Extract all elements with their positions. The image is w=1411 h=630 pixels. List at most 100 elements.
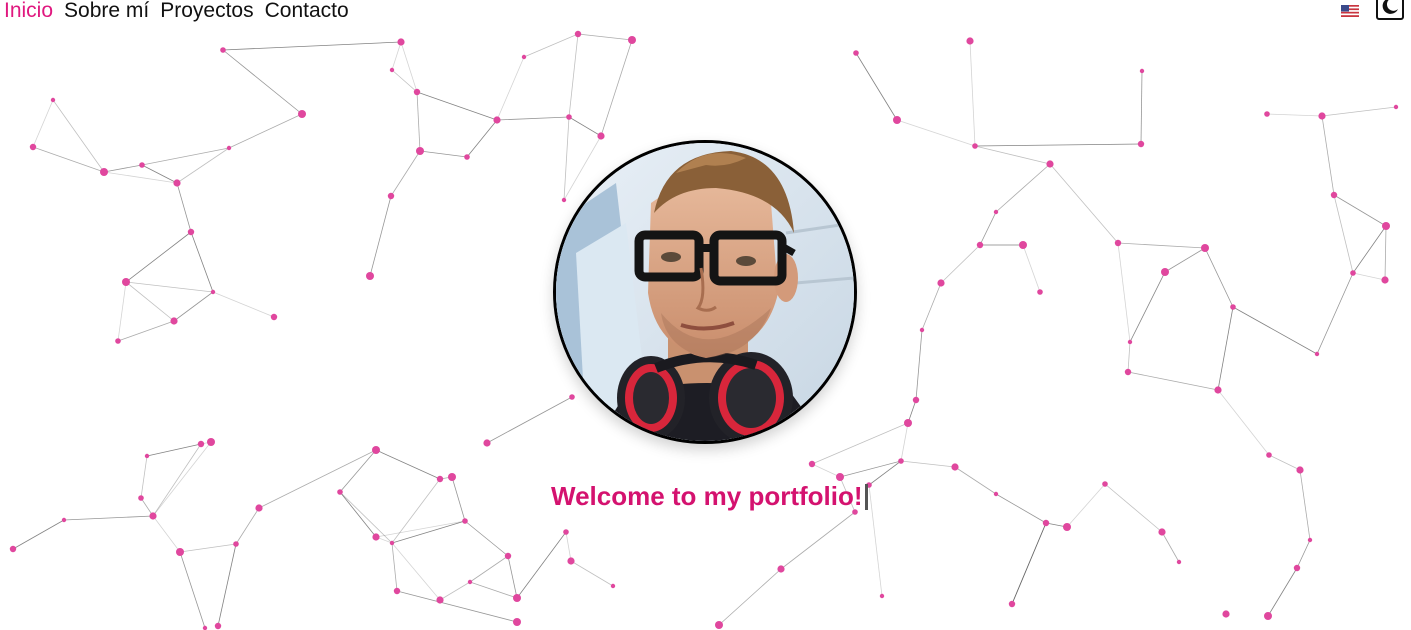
network-link bbox=[32, 99, 54, 148]
network-node bbox=[1264, 111, 1270, 117]
network-link bbox=[486, 396, 573, 444]
network-link bbox=[868, 460, 902, 486]
network-link bbox=[1204, 247, 1234, 308]
network-node bbox=[1318, 112, 1326, 120]
network-link bbox=[1164, 247, 1206, 273]
network-link bbox=[1384, 225, 1387, 281]
network-link bbox=[1316, 272, 1354, 355]
network-link bbox=[1104, 483, 1163, 533]
network-node bbox=[566, 114, 572, 120]
network-node bbox=[1222, 610, 1230, 618]
network-link bbox=[896, 119, 976, 147]
network-node bbox=[976, 241, 984, 249]
typing-cursor bbox=[864, 484, 868, 510]
network-link bbox=[855, 52, 898, 121]
welcome-text: Welcome to my portfolio! bbox=[551, 481, 863, 511]
nav-item-sobre-mi[interactable]: Sobre mí bbox=[64, 0, 149, 24]
network-link bbox=[974, 143, 1142, 147]
network-node bbox=[197, 440, 205, 448]
network-node bbox=[187, 228, 195, 236]
network-node bbox=[50, 97, 56, 103]
network-node bbox=[207, 438, 215, 446]
network-link bbox=[152, 443, 202, 517]
welcome-heading: Welcome to my portfolio! bbox=[551, 480, 868, 512]
network-node bbox=[226, 145, 232, 151]
network-node bbox=[138, 495, 144, 501]
network-node bbox=[919, 327, 925, 333]
network-link bbox=[974, 145, 1051, 165]
network-node bbox=[467, 579, 473, 585]
network-link bbox=[1266, 113, 1323, 117]
network-node bbox=[170, 317, 178, 325]
network-link bbox=[718, 568, 782, 626]
network-link bbox=[921, 282, 942, 331]
network-link bbox=[117, 281, 127, 342]
network-link bbox=[565, 531, 572, 562]
network-node bbox=[1230, 304, 1236, 310]
network-link bbox=[1333, 194, 1354, 274]
network-link bbox=[339, 491, 393, 544]
network-node bbox=[567, 557, 575, 565]
network-node bbox=[372, 533, 380, 541]
us-flag-icon[interactable] bbox=[1341, 4, 1359, 17]
network-link bbox=[1321, 106, 1397, 117]
nav-item-proyectos[interactable]: Proyectos bbox=[160, 0, 253, 24]
network-link bbox=[1352, 272, 1386, 281]
network-link bbox=[258, 449, 377, 509]
network-link bbox=[228, 113, 303, 149]
network-link bbox=[969, 40, 976, 147]
network-node bbox=[122, 278, 130, 286]
network-link bbox=[811, 463, 841, 478]
network-node bbox=[436, 596, 444, 604]
network-node bbox=[1293, 564, 1301, 572]
network-link bbox=[1232, 306, 1318, 355]
network-node bbox=[115, 338, 121, 344]
network-node bbox=[993, 209, 999, 215]
network-link bbox=[152, 515, 181, 553]
network-link bbox=[1267, 567, 1298, 617]
nav-item-inicio[interactable]: Inicio bbox=[4, 0, 53, 24]
network-link bbox=[391, 478, 441, 544]
network-link bbox=[1217, 306, 1234, 391]
network-node bbox=[61, 517, 67, 523]
network-link bbox=[496, 56, 525, 121]
network-node bbox=[255, 504, 263, 512]
network-node bbox=[337, 489, 343, 495]
network-link bbox=[222, 49, 303, 115]
network-node bbox=[464, 154, 470, 160]
network-link bbox=[811, 422, 909, 465]
top-nav: Inicio Sobre mí Proyectos Contacto bbox=[4, 0, 349, 24]
network-node bbox=[513, 594, 521, 602]
network-node bbox=[912, 396, 920, 404]
network-link bbox=[63, 515, 154, 521]
network-link bbox=[339, 449, 377, 493]
network-link bbox=[117, 320, 175, 342]
network-link bbox=[1117, 242, 1131, 343]
network-link bbox=[1140, 70, 1143, 145]
network-link bbox=[179, 543, 237, 553]
network-link bbox=[390, 150, 421, 197]
network-node bbox=[1102, 481, 1108, 487]
network-node bbox=[610, 583, 616, 589]
network-node bbox=[387, 192, 395, 200]
network-link bbox=[1352, 225, 1387, 274]
network-link bbox=[1268, 454, 1301, 471]
network-link bbox=[868, 484, 883, 597]
network-node bbox=[1382, 222, 1390, 230]
network-node bbox=[202, 625, 208, 630]
network-node bbox=[413, 88, 421, 96]
network-link bbox=[146, 443, 202, 457]
network-link bbox=[369, 195, 392, 277]
network-link bbox=[1299, 469, 1311, 541]
network-node bbox=[937, 279, 945, 287]
network-link bbox=[900, 460, 956, 468]
network-node bbox=[270, 313, 278, 321]
network-link bbox=[103, 164, 143, 173]
network-node bbox=[144, 453, 150, 459]
nav-item-contacto[interactable]: Contacto bbox=[265, 0, 349, 24]
network-link bbox=[600, 39, 633, 137]
network-node bbox=[1393, 104, 1399, 110]
network-link bbox=[419, 150, 468, 158]
network-node bbox=[389, 540, 395, 546]
theme-toggle-button[interactable] bbox=[1376, 0, 1404, 20]
